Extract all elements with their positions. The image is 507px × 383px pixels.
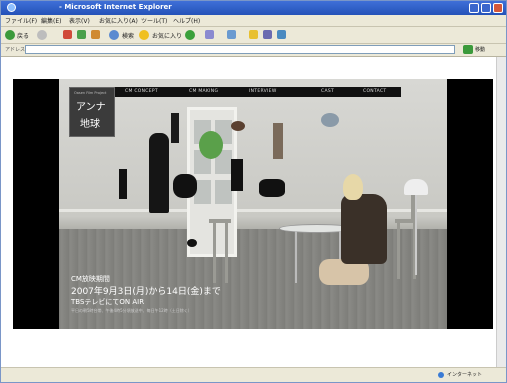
stop-icon[interactable] [63, 30, 72, 39]
mail-icon[interactable] [205, 30, 214, 39]
folder-icon[interactable] [249, 30, 258, 39]
blob-icon[interactable] [259, 179, 285, 197]
search-label[interactable]: 検索 [122, 31, 134, 40]
back-icon[interactable] [5, 30, 15, 40]
wall-trim [59, 209, 447, 212]
search-icon[interactable] [109, 30, 119, 40]
site-banner: CM CONCEPT CM MAKING INTERVIEW CAST CONT… [13, 79, 493, 329]
nav-cast[interactable]: CAST [321, 89, 334, 94]
menu-view[interactable]: 表示(V) [69, 16, 90, 25]
page-viewport: CM CONCEPT CM MAKING INTERVIEW CAST CONT… [1, 57, 506, 367]
browser-window: - Microsoft Internet Explorer ファイル(F) 編集… [0, 0, 507, 383]
logo-line2: 地球 [80, 119, 100, 130]
lamp-pole [415, 195, 417, 275]
air-dates: 2007年9月3日(月)から14日(金)まで [71, 287, 221, 297]
table-leg [295, 231, 297, 283]
globe-icon[interactable] [321, 113, 339, 127]
menu-favorites[interactable]: お気に入り(A) [99, 16, 138, 25]
home-icon[interactable] [91, 30, 100, 39]
address-bar: アドレス(D) 移動 [1, 44, 506, 57]
favorites-star-icon[interactable] [139, 30, 149, 40]
close-button[interactable] [493, 3, 503, 13]
tools-icon[interactable] [277, 30, 286, 39]
ie-icon [7, 3, 16, 12]
chair-left-leg [225, 223, 228, 283]
wood-floor [59, 229, 447, 329]
logo-subtitle: Oasen Film Project [74, 91, 107, 95]
toolbar: 戻る 検索 お気に入り [1, 27, 506, 44]
minimize-button[interactable] [469, 3, 479, 13]
menu-help[interactable]: ヘルプ(H) [173, 16, 200, 25]
go-icon[interactable] [463, 45, 473, 54]
site-logo[interactable]: Oasen Film Project アンナ 地球 [69, 87, 115, 137]
menu-bar: ファイル(F) 編集(E) 表示(V) お気に入り(A) ツール(T) ヘルプ(… [1, 15, 506, 27]
title-bar: - Microsoft Internet Explorer [1, 1, 506, 15]
air-channel: TBSテレビにてON AIR [71, 298, 145, 306]
vertical-scrollbar[interactable] [496, 57, 506, 367]
tree-silhouette-icon[interactable] [173, 174, 197, 198]
door-pane [215, 180, 232, 204]
menu-edit[interactable]: 編集(E) [41, 16, 61, 25]
internet-zone-icon [438, 372, 444, 378]
figure-icon[interactable] [231, 159, 243, 191]
woman-hair [343, 174, 363, 200]
site-nav: CM CONCEPT CM MAKING INTERVIEW CAST CONT… [73, 87, 401, 97]
maximize-button[interactable] [481, 3, 491, 13]
nav-cm-making[interactable]: CM MAKING [189, 89, 218, 94]
lamp-icon [404, 179, 428, 195]
bottle-icon[interactable] [171, 113, 179, 143]
small-blob-icon[interactable] [187, 239, 197, 247]
address-input[interactable] [25, 45, 455, 54]
back-label[interactable]: 戻る [17, 31, 29, 40]
chair-left-leg [213, 223, 216, 283]
coat-icon[interactable] [149, 133, 169, 213]
security-zone: インターネット [447, 372, 483, 378]
woman-figure [341, 194, 387, 264]
forward-icon[interactable] [37, 30, 47, 40]
figure-icon[interactable] [119, 169, 127, 199]
nav-interview[interactable]: INTERVIEW [249, 89, 277, 94]
air-period-label: CM放映期間 [71, 275, 110, 283]
hat-icon[interactable] [231, 121, 245, 131]
messenger-icon[interactable] [263, 30, 272, 39]
favorites-label[interactable]: お気に入り [152, 31, 182, 40]
air-note: 平日の朝5時台帯、午後4時5分頃放送中、毎日午12時（土日除く） [71, 308, 192, 313]
print-icon[interactable] [227, 30, 236, 39]
nav-cm-concept[interactable]: CM CONCEPT [125, 89, 158, 94]
hanging-figure-icon[interactable] [273, 123, 283, 159]
window-title: - Microsoft Internet Explorer [59, 3, 172, 11]
go-button[interactable]: 移動 [475, 46, 485, 53]
logo-line1: アンナ [76, 102, 106, 113]
menu-tools[interactable]: ツール(T) [141, 16, 167, 25]
nav-contact[interactable]: CONTACT [363, 89, 386, 94]
status-bar: インターネット [1, 367, 506, 382]
menu-file[interactable]: ファイル(F) [5, 16, 37, 25]
refresh-icon[interactable] [77, 30, 86, 39]
history-icon[interactable] [185, 30, 195, 40]
chair-right-leg [397, 223, 400, 279]
tree-icon[interactable] [199, 131, 223, 159]
